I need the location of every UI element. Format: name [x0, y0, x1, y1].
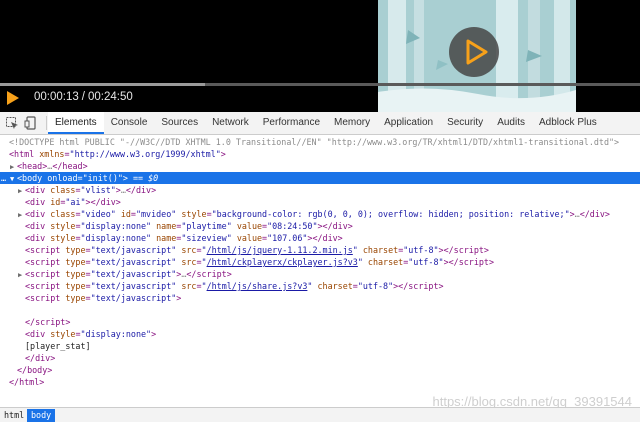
breadcrumb-body[interactable]: body [27, 409, 56, 422]
center-play-button[interactable] [449, 27, 499, 77]
current-time: 00:00:13 [34, 91, 79, 103]
tab-audits[interactable]: Audits [490, 112, 532, 134]
tree-node-div-ai[interactable]: <div id="ai"></div> [0, 196, 640, 208]
inspect-cursor-icon[interactable] [5, 116, 19, 130]
tree-node-script-ckplayer[interactable]: <script type="text/javascript" src="/htm… [0, 256, 640, 268]
tab-network[interactable]: Network [205, 112, 256, 134]
tab-security[interactable]: Security [440, 112, 490, 134]
toolbar-divider [46, 116, 47, 130]
tab-sources[interactable]: Sources [154, 112, 205, 134]
breadcrumb-html[interactable]: html [0, 409, 28, 422]
script-src-link[interactable]: /html/js/jquery-1.11.2.min.js [207, 245, 353, 255]
tree-node-script-close[interactable]: </script> [0, 316, 640, 328]
tab-memory[interactable]: Memory [327, 112, 377, 134]
video-player[interactable]: 00:00:13/00:24:50 [0, 0, 640, 112]
device-toggle-icon[interactable] [24, 116, 38, 130]
play-icon [7, 91, 19, 105]
elements-tree: <!DOCTYPE html PUBLIC "-//W3C//DTD XHTML… [0, 135, 640, 407]
tree-node-html-close[interactable]: </html> [0, 376, 640, 388]
tree-node-div-close[interactable]: </div> [0, 352, 640, 364]
duration: 00:24:50 [87, 91, 133, 103]
play-overlay-icon [466, 39, 488, 65]
tree-node-div-playtime[interactable]: <div style="display:none" name="playtime… [0, 220, 640, 232]
progress-bar[interactable] [0, 83, 640, 86]
script-src-link[interactable]: /html/ckplayerx/ckplayer.js?v3 [207, 257, 358, 267]
progress-fill [0, 83, 205, 86]
tab-adblock-plus[interactable]: Adblock Plus [532, 112, 604, 134]
tree-node-head[interactable]: ▶ <head>…</head> [0, 160, 640, 172]
tree-node-script-open[interactable]: <script type="text/javascript"> [0, 292, 640, 304]
tree-node-doctype[interactable]: <!DOCTYPE html PUBLIC "-//W3C//DTD XHTML… [0, 136, 640, 148]
tab-console[interactable]: Console [104, 112, 155, 134]
tab-elements[interactable]: Elements [48, 112, 104, 134]
tree-node-div-sizeview[interactable]: <div style="display:none" name="sizeview… [0, 232, 640, 244]
tree-node-html[interactable]: <html xmlns="http://www.w3.org/1999/xhtm… [0, 148, 640, 160]
tree-node-script-share[interactable]: <script type="text/javascript" src="/htm… [0, 280, 640, 292]
tree-node-body[interactable]: … ▼ <body onload="init()"> == $0 [0, 172, 640, 184]
breadcrumb: html body [0, 407, 640, 422]
tab-performance[interactable]: Performance [256, 112, 327, 134]
devtools-toolbar: Elements Console Sources Network Perform… [0, 112, 640, 135]
time-display: 00:00:13/00:24:50 [34, 91, 133, 103]
play-button[interactable] [4, 89, 22, 107]
tree-node-div-vlist[interactable]: ▶ <div class="vlist">…</div> [0, 184, 640, 196]
time-separator: / [81, 91, 85, 103]
tree-node-div-hidden[interactable]: <div style="display:none"> [0, 328, 640, 340]
tree-node-script-jquery[interactable]: <script type="text/javascript" src="/htm… [0, 244, 640, 256]
tree-node-body-close[interactable]: </body> [0, 364, 640, 376]
tree-node-div-video[interactable]: ▶ <div class="video" id="mvideo" style="b… [0, 208, 640, 220]
script-src-link[interactable]: /html/js/share.js?v3 [207, 281, 308, 291]
tab-application[interactable]: Application [377, 112, 440, 134]
tree-node-text[interactable]: [player_stat] [0, 340, 640, 352]
tree-node-script-inline[interactable]: ▶ <script type="text/javascript">…</scrip… [0, 268, 640, 280]
devtools-tab-strip: Elements Console Sources Network Perform… [48, 112, 604, 134]
selected-marker: == $0 [127, 173, 159, 183]
